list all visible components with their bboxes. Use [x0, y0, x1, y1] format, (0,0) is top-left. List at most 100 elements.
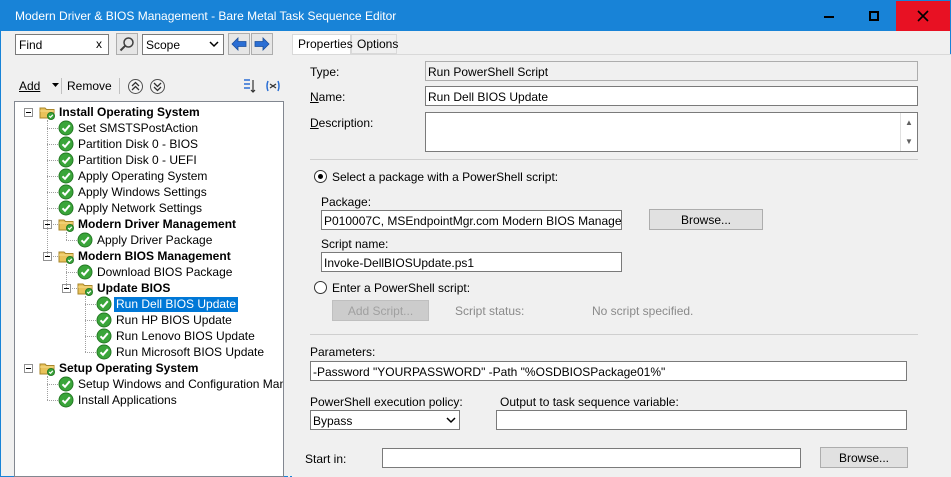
tree-node-label: Run HP BIOS Update — [116, 312, 232, 327]
script-name-label: Script name: — [321, 237, 389, 251]
task-sequence-pane: Find x Scope Add Remove Install Operatin… — [1, 31, 288, 477]
tree-node-label: Update BIOS — [97, 280, 171, 295]
tree-step-node[interactable]: Partition Disk 0 - BIOS — [58, 136, 200, 152]
tree-connector — [47, 208, 58, 209]
tree-group-node[interactable]: Modern Driver Management — [58, 216, 238, 232]
browse-package-button[interactable]: Browse... — [649, 209, 763, 230]
scroll-down-icon[interactable]: ▼ — [901, 132, 917, 151]
enter-script-label: Enter a PowerShell script: — [332, 281, 471, 295]
next-button[interactable] — [251, 33, 273, 55]
group-folder-icon — [39, 360, 55, 376]
tree-node-label: Modern Driver Management — [78, 216, 237, 231]
tree-step-node[interactable]: Apply Network Settings — [58, 200, 204, 216]
pane-splitter[interactable] — [288, 31, 290, 477]
find-placeholder: Find — [19, 38, 43, 52]
toolbar-divider — [61, 78, 62, 94]
start-in-label: Start in: — [305, 452, 347, 466]
tree-step-node[interactable]: Partition Disk 0 - UEFI — [58, 152, 199, 168]
description-scrollbar[interactable]: ▲ ▼ — [900, 113, 917, 151]
start-in-input[interactable] — [382, 448, 801, 468]
type-value: Run PowerShell Script — [428, 65, 549, 79]
step-success-icon — [96, 312, 112, 328]
section-divider — [310, 334, 918, 335]
tree-group-node[interactable]: Modern BIOS Management — [58, 248, 233, 264]
script-name-field[interactable]: Invoke-DellBIOSUpdate.ps1 — [321, 252, 622, 272]
add-menu-button[interactable]: Add — [19, 79, 40, 93]
editor-window: Modern Driver & BIOS Management - Bare M… — [0, 0, 951, 477]
tree-connector — [47, 376, 48, 400]
find-input[interactable]: Find x — [15, 34, 109, 55]
type-field: Run PowerShell Script — [425, 61, 918, 81]
move-up-icon[interactable] — [127, 78, 144, 95]
tree-step-node[interactable]: Apply Driver Package — [77, 232, 214, 248]
title-bar: Modern Driver & BIOS Management - Bare M… — [1, 1, 950, 31]
name-input[interactable]: Run Dell BIOS Update — [425, 86, 918, 106]
tab-properties[interactable]: Properties — [292, 34, 353, 55]
tree-step-node[interactable]: Run Dell BIOS Update — [96, 296, 239, 312]
tree-group-node[interactable]: Update BIOS — [77, 280, 172, 296]
tree-step-node[interactable]: Apply Windows Settings — [58, 184, 209, 200]
tree-connector — [85, 296, 86, 352]
tree-connector — [66, 232, 67, 240]
tree-step-node[interactable]: Setup Windows and Configuration Manager — [58, 376, 283, 392]
enter-script-radio[interactable] — [314, 281, 327, 294]
execution-policy-select[interactable]: Bypass — [310, 410, 460, 430]
window-title: Modern Driver & BIOS Management - Bare M… — [15, 9, 397, 23]
output-variable-input[interactable] — [496, 410, 907, 430]
move-down-icon[interactable] — [149, 78, 166, 95]
tree-step-node[interactable]: Apply Operating System — [58, 168, 209, 184]
tree-step-node[interactable]: Run Lenovo BIOS Update — [96, 328, 257, 344]
output-variable-label: Output to task sequence variable: — [500, 395, 679, 409]
minimize-button[interactable] — [806, 1, 851, 31]
close-button[interactable] — [896, 1, 950, 31]
tree-connector — [85, 320, 96, 321]
tree-group-node[interactable]: Setup Operating System — [39, 360, 200, 376]
tree-step-node[interactable]: Install Applications — [58, 392, 179, 408]
tree-connector — [47, 192, 58, 193]
search-icon — [119, 37, 134, 52]
find-button[interactable] — [116, 33, 138, 55]
script-status-label: Script status: — [455, 304, 525, 318]
description-input[interactable]: ▲ ▼ — [425, 112, 918, 152]
collapse-all-icon[interactable] — [265, 78, 281, 94]
scope-dropdown[interactable]: Scope — [142, 34, 224, 55]
tree-node-label: Apply Driver Package — [97, 232, 213, 247]
tree-step-node[interactable]: Download BIOS Package — [77, 264, 234, 280]
parameters-input[interactable]: -Password "YOURPASSWORD" -Path "%OSDBIOS… — [310, 361, 907, 381]
tab-options[interactable]: Options — [351, 34, 398, 54]
tree-node-label: Apply Network Settings — [78, 200, 203, 215]
tree-connector — [47, 160, 58, 161]
policy-label: PowerShell execution policy: — [310, 395, 463, 409]
remove-button[interactable]: Remove — [67, 79, 112, 93]
tree-toolbar: Add Remove — [19, 78, 284, 96]
step-success-icon — [58, 136, 74, 152]
collapse-toggle[interactable] — [24, 364, 33, 373]
tree-node-label: Run Microsoft BIOS Update — [116, 344, 265, 359]
clear-find-button[interactable]: x — [96, 37, 102, 51]
maximize-icon — [868, 11, 879, 21]
script-status-value: No script specified. — [592, 304, 694, 318]
expand-all-icon[interactable] — [242, 78, 258, 94]
previous-button[interactable] — [228, 33, 250, 55]
chevron-down-icon — [446, 417, 456, 424]
tree-step-node[interactable]: Set SMSTSPostAction — [58, 120, 200, 136]
tree-node-label: Setup Operating System — [59, 360, 199, 375]
scroll-up-icon[interactable]: ▲ — [901, 113, 917, 132]
add-script-button[interactable]: Add Script... — [332, 300, 429, 321]
tree-connector — [47, 128, 58, 129]
tree-connector — [47, 144, 58, 145]
tree-connector — [47, 120, 48, 256]
policy-value: Bypass — [313, 414, 353, 428]
package-label: Package: — [321, 195, 372, 209]
section-divider — [310, 159, 918, 160]
type-label: Type: — [310, 65, 340, 79]
collapse-toggle[interactable] — [24, 108, 33, 117]
maximize-button[interactable] — [851, 1, 896, 31]
task-sequence-tree[interactable]: Install Operating System Set SMSTSPostAct… — [14, 101, 284, 477]
tree-group-node[interactable]: Install Operating System — [39, 104, 202, 120]
select-package-radio[interactable] — [314, 170, 327, 183]
tree-step-node[interactable]: Run Microsoft BIOS Update — [96, 344, 266, 360]
tree-step-node[interactable]: Run HP BIOS Update — [96, 312, 234, 328]
browse-start-in-button[interactable]: Browse... — [820, 447, 908, 468]
close-icon — [917, 10, 929, 22]
